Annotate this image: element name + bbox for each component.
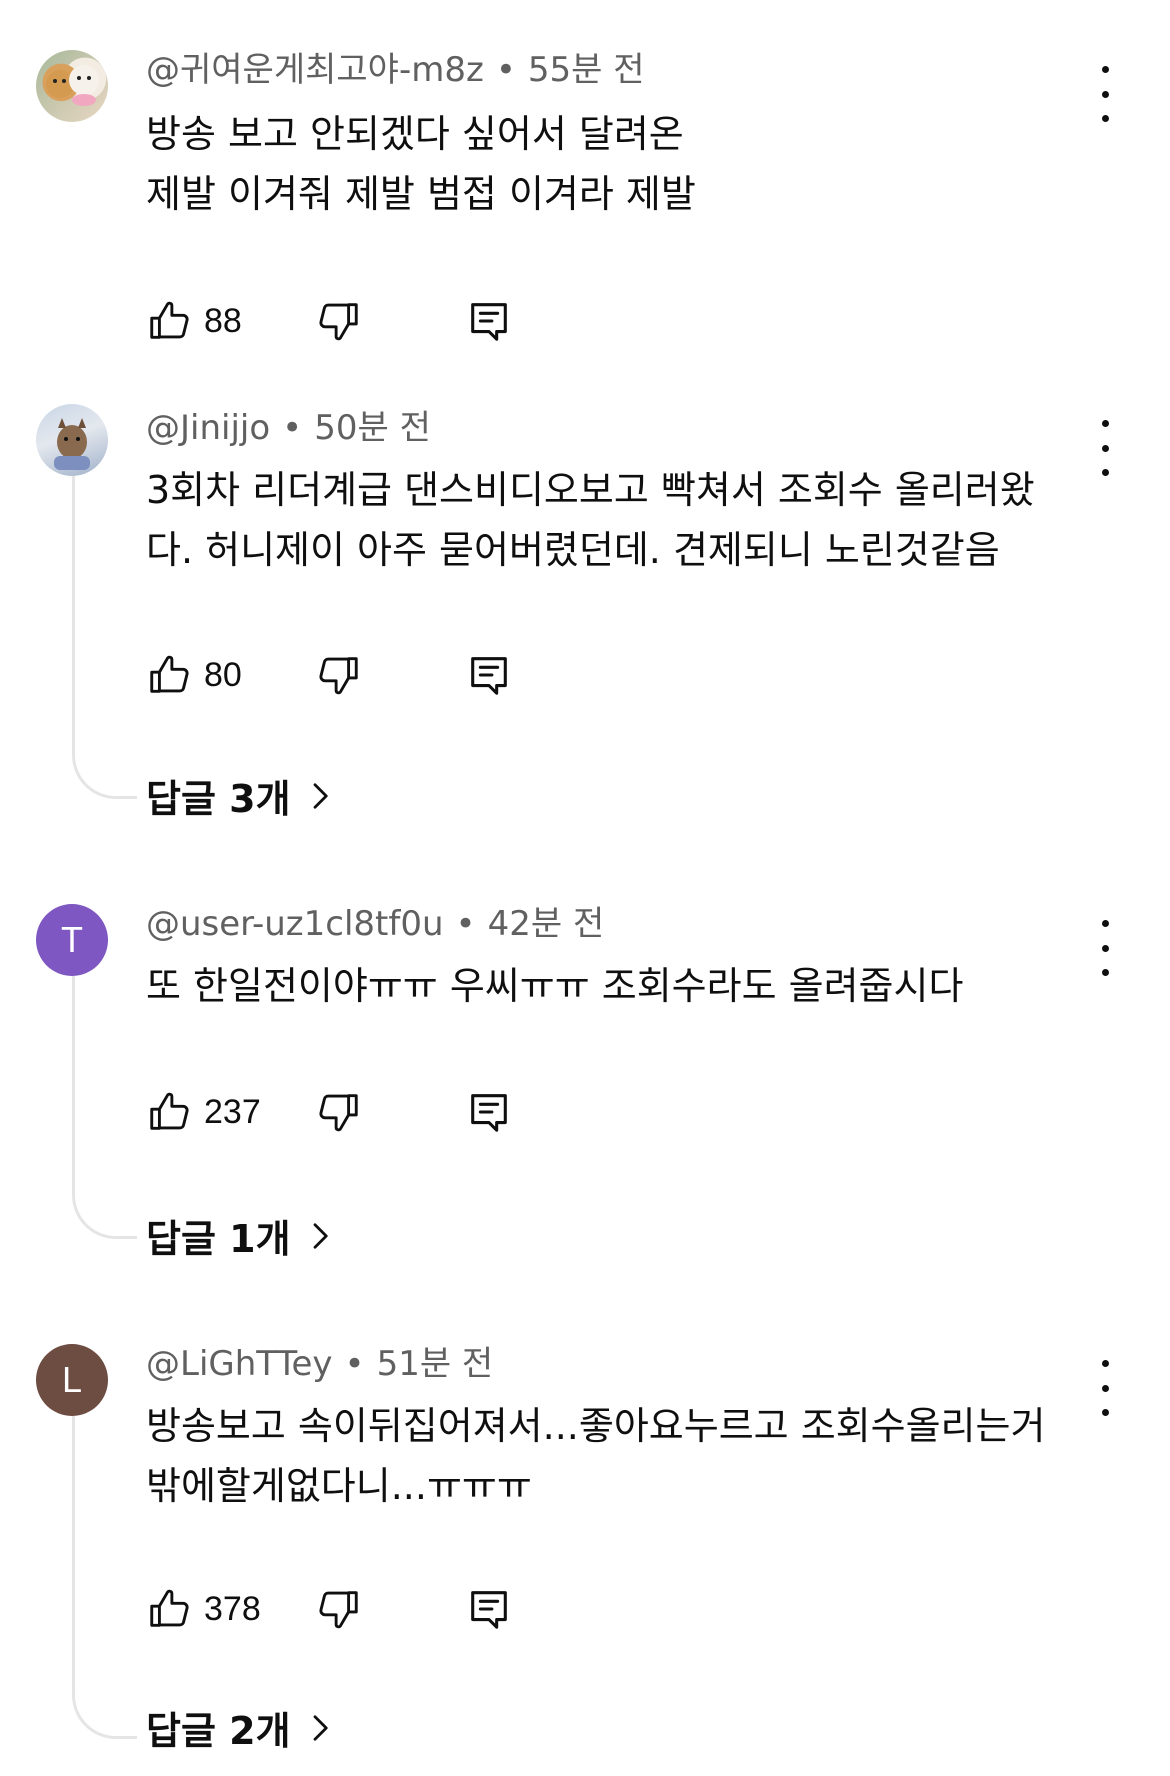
avatar-letter: L [61, 1359, 83, 1400]
comment-author[interactable]: @LiGhTTey [146, 1344, 333, 1384]
reply-icon [466, 652, 512, 698]
comment-text: 3회차 리더계급 댄스비디오보고 빡쳐서 조회수 올리러왔 다. 허니제이 아주… [146, 460, 1106, 580]
comment-text-line: 제발 이겨줘 제발 범접 이겨라 제발 [146, 172, 696, 216]
comment-text: 방송 보고 안되겠다 싶어서 달려온 제발 이겨줘 제발 범접 이겨라 제발 [146, 104, 1106, 224]
reply-icon [466, 1586, 512, 1632]
reply-button[interactable] [466, 296, 512, 346]
separator-dot: • [344, 1344, 365, 1384]
comment-author[interactable]: @Jinijjo [146, 408, 270, 448]
comment-meta: @LiGhTTey • 51분 전 [146, 1340, 493, 1388]
comment-time: 42분 전 [487, 904, 605, 944]
comment-actions: 88 [146, 296, 706, 346]
separator-dot: • [495, 50, 516, 90]
comment-text-line: 방송보고 속이뒤집어져서...좋아요누르고 조회수올리는거 [146, 1404, 1046, 1448]
thumb-down-icon [316, 298, 362, 344]
thumb-down-icon [316, 1089, 362, 1135]
comment-text-line: 또 한일전이야ㅠㅠ 우씨ㅠㅠ 조회수라도 올려줍시다 [146, 964, 964, 1008]
view-replies-button[interactable]: 답글 2개 [146, 1700, 335, 1755]
dislike-button[interactable] [316, 650, 362, 700]
like-button[interactable]: 88 [146, 296, 242, 346]
comment-author[interactable]: @귀여운게최고야-m8z [146, 50, 484, 90]
comment-author[interactable]: @user-uz1cl8tf0u [146, 904, 444, 944]
dislike-button[interactable] [316, 1087, 362, 1137]
like-count: 88 [204, 301, 242, 340]
comment-time: 51분 전 [376, 1344, 494, 1384]
reply-button[interactable] [466, 650, 512, 700]
replies-label: 답글 2개 [146, 1709, 291, 1753]
chevron-right-icon [305, 1221, 335, 1251]
chevron-right-icon [305, 781, 335, 811]
comment-meta: @user-uz1cl8tf0u • 42분 전 [146, 900, 604, 948]
avatar-letter: T [61, 919, 83, 960]
thread-line [72, 476, 137, 799]
comment-text: 방송보고 속이뒤집어져서...좋아요누르고 조회수올리는거 밖에할게없다니...… [146, 1396, 1106, 1516]
dislike-button[interactable] [316, 1584, 362, 1634]
avatar[interactable]: T [36, 904, 108, 976]
comment-text-line: 3회차 리더계급 댄스비디오보고 빡쳐서 조회수 올리러왔 [146, 468, 1035, 512]
like-button[interactable]: 80 [146, 650, 242, 700]
reply-icon [466, 1089, 512, 1135]
thumb-down-icon [316, 652, 362, 698]
comment-text: 또 한일전이야ㅠㅠ 우씨ㅠㅠ 조회수라도 올려줍시다 [146, 956, 1106, 1016]
thumb-up-icon [146, 652, 192, 698]
replies-label: 답글 1개 [146, 1217, 291, 1261]
like-count: 378 [204, 1589, 261, 1628]
dog-photo-icon [54, 418, 90, 470]
avatar[interactable] [36, 50, 108, 122]
reply-button[interactable] [466, 1584, 512, 1634]
like-button[interactable]: 378 [146, 1584, 261, 1634]
reply-icon [466, 298, 512, 344]
like-count: 80 [204, 655, 242, 694]
comment-meta: @Jinijjo • 50분 전 [146, 404, 431, 452]
view-replies-button[interactable]: 답글 1개 [146, 1208, 335, 1263]
comment-text-line: 방송 보고 안되겠다 싶어서 달려온 [146, 112, 684, 156]
thumb-down-icon [316, 1586, 362, 1632]
separator-dot: • [455, 904, 476, 944]
thumb-up-icon [146, 1089, 192, 1135]
like-count: 237 [204, 1092, 261, 1131]
reply-button[interactable] [466, 1087, 512, 1137]
comment-text-line: 밖에할게없다니...ㅠㅠㅠ [146, 1464, 532, 1508]
thread-line [72, 1416, 137, 1739]
avatar[interactable] [36, 404, 108, 476]
comment-text-line: 다. 허니제이 아주 묻어버렸던데. 견제되니 노린것같음 [146, 528, 1000, 572]
separator-dot: • [282, 408, 303, 448]
like-button[interactable]: 237 [146, 1087, 261, 1137]
avatar[interactable]: L [36, 1344, 108, 1416]
dislike-button[interactable] [316, 296, 362, 346]
dog-photo-icon [46, 65, 99, 106]
thread-line [72, 976, 137, 1239]
comment-meta: @귀여운게최고야-m8z • 55분 전 [146, 46, 645, 94]
comment-time: 50분 전 [314, 408, 431, 448]
thumb-up-icon [146, 298, 192, 344]
chevron-right-icon [305, 1713, 335, 1743]
view-replies-button[interactable]: 답글 3개 [146, 768, 335, 823]
comment-actions: 80 [146, 650, 706, 700]
comment-time: 55분 전 [527, 50, 645, 90]
comment-actions: 378 [146, 1584, 706, 1634]
comment-actions: 237 [146, 1087, 706, 1137]
replies-label: 답글 3개 [146, 777, 291, 821]
thumb-up-icon [146, 1586, 192, 1632]
